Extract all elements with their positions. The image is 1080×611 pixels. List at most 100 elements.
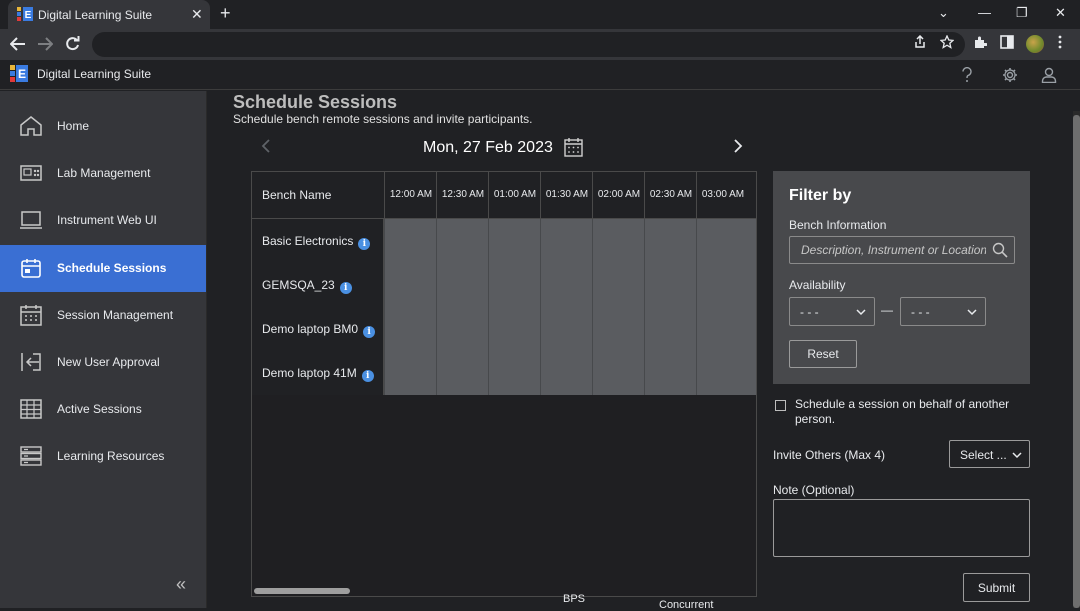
sidebar-item-label: Home (57, 119, 90, 133)
window-close-icon[interactable]: ✕ (1055, 5, 1066, 21)
time-slot[interactable] (592, 263, 644, 307)
user-icon[interactable] (1041, 67, 1057, 83)
availability-to-select[interactable]: - - - (900, 297, 986, 326)
search-input[interactable] (790, 237, 986, 263)
time-slot[interactable] (696, 307, 756, 351)
next-day-icon[interactable] (733, 138, 743, 154)
address-bar[interactable] (92, 32, 965, 57)
sidebar-item-session-management[interactable]: Session Management (0, 292, 206, 339)
info-icon[interactable]: i (363, 326, 376, 338)
sidebar-item-label: New User Approval (57, 355, 160, 369)
partial-text: Concurrent (659, 599, 714, 611)
reload-icon[interactable] (65, 36, 80, 51)
sidebar-item-label: Learning Resources (57, 449, 165, 463)
time-header: 12:00 AM (384, 172, 436, 219)
sidebar-item-instrument-web-ui[interactable]: Instrument Web UI (0, 197, 206, 244)
submit-button[interactable]: Submit (963, 573, 1030, 602)
time-slot[interactable] (436, 307, 488, 351)
select-value: - - - (911, 305, 930, 319)
time-slot[interactable] (488, 263, 540, 307)
sidebar-item-new-user-approval[interactable]: New User Approval (0, 339, 206, 386)
calendar-picker-icon[interactable] (563, 136, 585, 158)
time-slot[interactable] (592, 219, 644, 263)
filter-title: Filter by (789, 187, 852, 204)
main-content: Schedule Sessions Schedule bench remote … (207, 91, 1080, 611)
gear-icon[interactable] (1002, 67, 1018, 83)
horizontal-scrollbar[interactable] (254, 588, 350, 594)
grid-header: Bench Name 12:00 AM 12:30 AM 01:00 AM 01… (252, 172, 756, 219)
sidebar-item-schedule-sessions[interactable]: Schedule Sessions (0, 245, 206, 292)
search-icon[interactable] (992, 242, 1008, 258)
time-slot[interactable] (384, 307, 436, 351)
time-slot[interactable] (384, 263, 436, 307)
time-slot[interactable] (696, 263, 756, 307)
time-label: 12:30 AM (441, 189, 485, 200)
browser-menu-icon[interactable] (1057, 35, 1063, 49)
time-slot[interactable] (540, 263, 592, 307)
invite-others-select[interactable]: Select ... (949, 440, 1030, 468)
time-slot[interactable] (436, 263, 488, 307)
info-icon[interactable]: i (358, 238, 371, 250)
availability-from-select[interactable]: - - - (789, 297, 875, 326)
time-slot[interactable] (696, 219, 756, 263)
collapse-sidebar-icon[interactable]: « (176, 574, 186, 595)
tab-close-icon[interactable]: ✕ (191, 6, 203, 23)
time-slot[interactable] (488, 351, 540, 395)
time-slot[interactable] (488, 219, 540, 263)
back-icon[interactable] (10, 37, 26, 51)
server-icon (20, 446, 42, 466)
page-subtitle: Schedule bench remote sessions and invit… (233, 112, 533, 126)
side-panel-icon[interactable] (1000, 35, 1014, 49)
browser-tab[interactable]: E Digital Learning Suite ✕ (8, 0, 210, 29)
time-slot[interactable] (592, 351, 644, 395)
previous-day-icon[interactable] (261, 138, 271, 154)
reset-button[interactable]: Reset (789, 340, 857, 368)
sidebar-item-label: Lab Management (57, 166, 151, 180)
bench-name-cell: Demo laptop 41M i (252, 351, 384, 395)
bench-search-field[interactable] (789, 236, 1015, 264)
sidebar-item-lab-management[interactable]: Lab Management (0, 150, 206, 197)
app-favicon-icon: E (17, 7, 33, 21)
time-slot[interactable] (644, 219, 696, 263)
extensions-icon[interactable] (973, 35, 987, 49)
time-slot[interactable] (644, 307, 696, 351)
time-slot[interactable] (488, 307, 540, 351)
maximize-icon[interactable]: ❐ (1016, 5, 1028, 21)
sidebar-item-home[interactable]: Home (0, 103, 206, 150)
note-textarea[interactable] (773, 499, 1030, 557)
time-slot[interactable] (540, 307, 592, 351)
bench-name: Demo laptop 41M (262, 366, 357, 380)
time-slot[interactable] (436, 351, 488, 395)
share-icon[interactable] (913, 35, 927, 49)
minimize-icon[interactable]: — (978, 5, 991, 20)
profile-avatar[interactable] (1026, 35, 1044, 53)
filter-panel: Filter by Bench Information Availability… (773, 171, 1030, 384)
time-slot[interactable] (592, 307, 644, 351)
browser-tab-bar: E Digital Learning Suite ✕ + ⌄ — ❐ ✕ (0, 0, 1080, 29)
forward-icon[interactable] (37, 37, 53, 51)
table-row: Demo laptop BM0 i (252, 307, 756, 351)
behalf-checkbox[interactable] (775, 400, 786, 411)
time-slot[interactable] (436, 219, 488, 263)
time-slot[interactable] (644, 351, 696, 395)
info-icon[interactable]: i (361, 370, 374, 382)
time-slot[interactable] (540, 351, 592, 395)
sidebar: Home Lab Management Instrument Web UI Sc… (0, 91, 207, 608)
time-slot[interactable] (540, 219, 592, 263)
sidebar-item-learning-resources[interactable]: Learning Resources (0, 433, 206, 480)
bookmark-star-icon[interactable] (940, 35, 954, 49)
time-slot[interactable] (384, 351, 436, 395)
sidebar-item-label: Active Sessions (57, 402, 142, 416)
time-slot[interactable] (696, 351, 756, 395)
time-slot[interactable] (384, 219, 436, 263)
sidebar-item-active-sessions[interactable]: Active Sessions (0, 386, 206, 433)
new-tab-button[interactable]: + (220, 3, 231, 24)
calendar-grid-icon (20, 305, 42, 326)
info-icon[interactable]: i (339, 282, 352, 294)
tab-search-icon[interactable]: ⌄ (938, 5, 949, 21)
vertical-scrollbar-thumb[interactable] (1073, 115, 1080, 608)
help-icon[interactable] (961, 67, 973, 83)
time-slot[interactable] (644, 263, 696, 307)
bench-name-cell: Basic Electronics i (252, 219, 384, 263)
time-header: 03:00 AM (696, 172, 748, 219)
